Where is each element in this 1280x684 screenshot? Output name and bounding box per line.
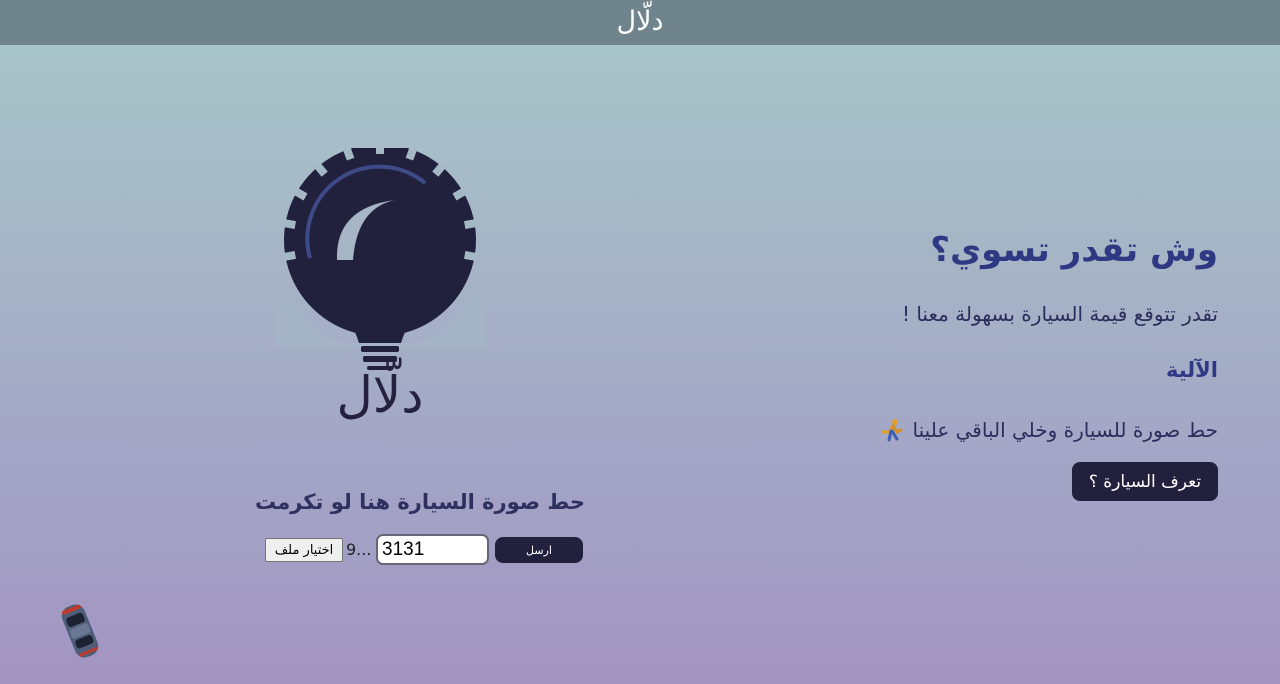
- upload-heading: حط صورة السيارة هنا لو تكرمت: [255, 490, 585, 514]
- mechanism-heading: الآلية: [1165, 358, 1218, 382]
- mechanism-line: حط صورة للسيارة وخلي الباقي علينا: [879, 418, 1218, 442]
- code-input[interactable]: [376, 534, 489, 565]
- car-icon: [61, 604, 99, 658]
- know-car-button[interactable]: تعرف السيارة ؟: [1072, 462, 1218, 501]
- main-heading: وش تقدر تسوي؟: [930, 230, 1218, 270]
- running-person-icon: [881, 419, 903, 442]
- logo-wordmark: دلّال: [336, 366, 424, 424]
- choose-file-button[interactable]: اختيار ملف: [265, 538, 343, 562]
- top-bar: دلّال: [0, 0, 1280, 45]
- site-title: دلّال: [616, 6, 664, 37]
- description-text: تقدر تتوقع قيمة السيارة بسهولة معنا !: [901, 302, 1218, 326]
- send-button[interactable]: ارسل: [495, 537, 583, 563]
- mechanism-text: حط صورة للسيارة وخلي الباقي علينا: [912, 418, 1218, 442]
- selected-file-name: 9...: [346, 540, 372, 559]
- info-panel: وش تقدر تسوي؟ تقدر تتوقع قيمة السيارة بس…: [798, 230, 1218, 510]
